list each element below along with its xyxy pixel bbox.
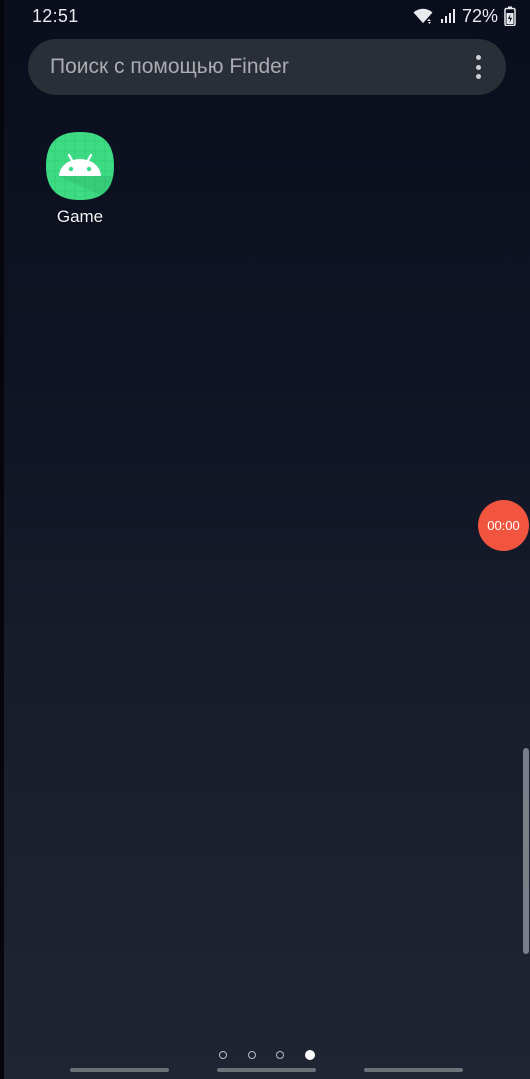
page-dot-3[interactable] — [276, 1051, 285, 1059]
search-placeholder: Поиск с помощью Finder — [50, 55, 289, 78]
battery-percent: 72% — [461, 5, 498, 26]
nav-hint-left[interactable] — [70, 1068, 169, 1072]
more-vert-icon[interactable] — [470, 55, 486, 79]
page-dot-4-active[interactable] — [304, 1050, 315, 1060]
nav-hint-center[interactable] — [217, 1068, 316, 1072]
page-dot-1[interactable] — [219, 1051, 227, 1059]
edge-panel-handle[interactable] — [523, 748, 529, 954]
app-label: Game — [56, 207, 104, 226]
status-bar: 12:51 72% — [0, 0, 530, 34]
screen-edge — [0, 0, 4, 1079]
status-time: 12:51 — [32, 6, 79, 26]
page-dot-2[interactable] — [247, 1051, 256, 1059]
page-indicator[interactable] — [219, 1049, 315, 1061]
nav-hint-right[interactable] — [364, 1068, 463, 1072]
home-screen: 12:51 72% Поиск с помощью Finder Game 00… — [0, 0, 530, 1079]
finder-search-bar[interactable]: Поиск с помощью Finder — [28, 39, 506, 95]
app-game[interactable]: Game — [40, 131, 120, 227]
android-icon — [45, 131, 115, 201]
status-icons: 72% — [412, 5, 516, 27]
battery-icon — [504, 6, 516, 26]
signal-icon — [440, 8, 456, 24]
wifi-icon — [412, 7, 434, 25]
screen-record-timer[interactable]: 00:00 — [478, 500, 529, 551]
